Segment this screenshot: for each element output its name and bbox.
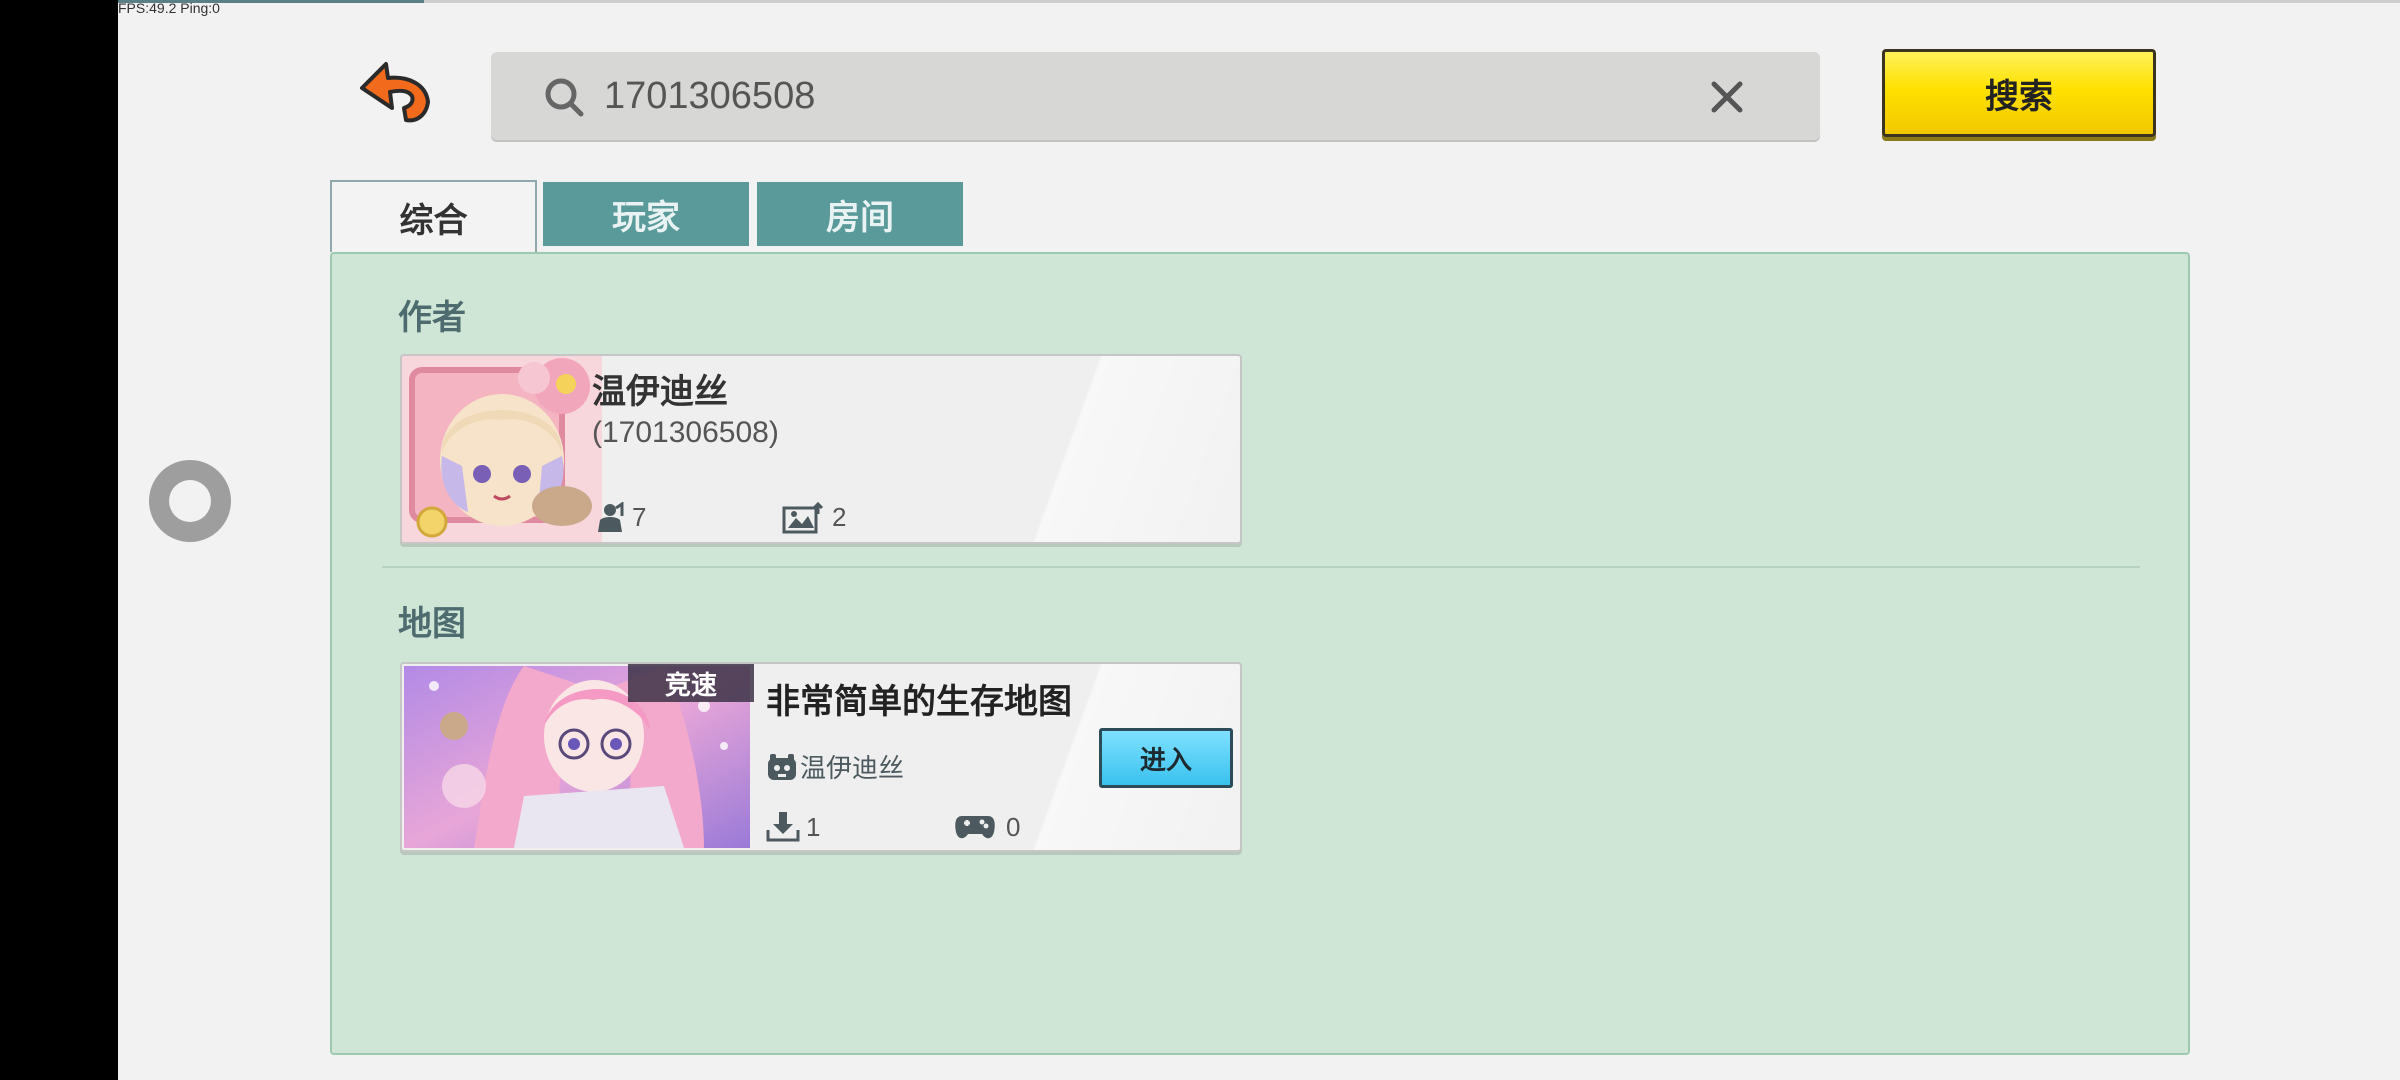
back-arrow-icon [360,62,430,123]
player-count: 0 [1006,812,1021,842]
author-section-title: 作者 [398,298,466,338]
enter-button[interactable]: 进入 [1099,728,1233,788]
download-icon [766,812,800,842]
fps-readout: FPS:49.2 Ping:0 [118,0,220,16]
fans-count: 7 [632,502,647,532]
tab-all[interactable]: 综合 [330,180,537,252]
close-icon[interactable] [1708,78,1746,116]
author-id: (1701306508) [592,416,779,449]
map-section-title: 地图 [398,604,466,644]
search-button[interactable]: 搜索 [1882,49,2156,137]
tab-room[interactable]: 房间 [757,182,963,246]
floating-assist-inner [169,480,211,522]
author-card[interactable]: 温伊迪丝 (1701306508) 7 2 [400,354,1242,544]
back-button[interactable] [356,58,432,124]
card-gloss [1010,356,1240,542]
image-gallery-icon [782,502,824,534]
robot-avatar-icon [768,754,796,780]
map-title: 非常简单的生存地图 [766,682,1072,722]
author-avatar [402,356,602,542]
map-author: 温伊迪丝 [800,754,905,784]
map-card[interactable]: 竞速 非常简单的生存地图 温伊迪丝 进入 1 0 [400,662,1242,852]
section-divider [382,566,2140,568]
gamepad-icon [955,816,995,839]
tab-player[interactable]: 玩家 [543,182,749,246]
floating-assist-button[interactable] [149,460,231,542]
search-bar[interactable]: 1701306508 [491,52,1820,140]
results-panel: 作者 温伊迪丝 (1701306508) 7 2 地图 竞速 非常简单的生存地图… [330,252,2190,1055]
download-count: 1 [806,812,821,842]
search-input[interactable]: 1701306508 [604,70,815,122]
left-black-bar [0,0,118,1080]
fans-icon [598,502,624,532]
search-icon [545,78,584,117]
maps-count: 2 [832,502,847,532]
race-badge: 竞速 [628,664,754,702]
author-name: 温伊迪丝 [592,372,728,412]
top-progress-track [118,0,2400,3]
